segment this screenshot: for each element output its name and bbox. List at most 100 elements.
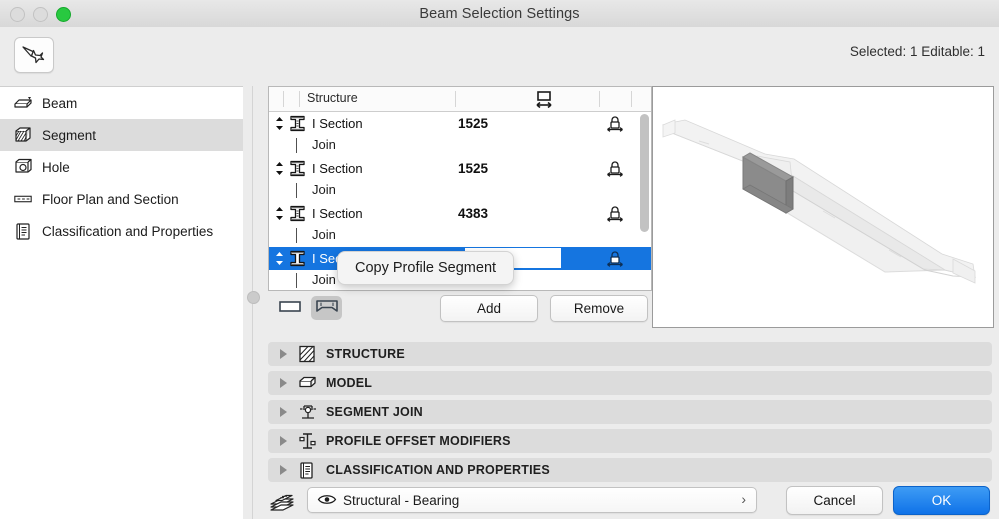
table-toolbar: Add Remove bbox=[268, 294, 650, 324]
rectangle-view-toggle[interactable] bbox=[274, 296, 305, 320]
accordion-section-model[interactable]: MODEL bbox=[268, 371, 992, 395]
reorder-handle-icon[interactable] bbox=[274, 207, 286, 223]
row-name: I Section bbox=[312, 161, 363, 176]
sidebar-item-beam[interactable]: Beam bbox=[0, 87, 243, 119]
arrow-star-icon bbox=[21, 43, 47, 67]
sidebar-item-label: Beam bbox=[42, 96, 77, 111]
chevron-right-icon[interactable] bbox=[280, 436, 287, 446]
chevron-right-icon[interactable] bbox=[280, 378, 287, 388]
accordion-label: SEGMENT JOIN bbox=[326, 405, 423, 419]
segment-icon bbox=[13, 125, 33, 145]
row-name: Join bbox=[312, 182, 336, 197]
context-menu-copy-profile-segment[interactable]: Copy Profile Segment bbox=[337, 251, 514, 285]
join-connector bbox=[296, 273, 297, 288]
row-name: Join bbox=[312, 272, 336, 287]
row-value[interactable]: 4383 bbox=[458, 206, 488, 221]
row-name: Join bbox=[312, 227, 336, 242]
sidebar-item-hole[interactable]: Hole bbox=[0, 151, 243, 183]
join-connector bbox=[296, 228, 297, 243]
chevron-right-icon[interactable]: › bbox=[741, 491, 746, 507]
column-header-structure[interactable]: Structure bbox=[307, 91, 358, 105]
beam-icon bbox=[13, 93, 33, 113]
i-section-icon bbox=[288, 160, 308, 178]
table-scrollbar-thumb[interactable] bbox=[640, 114, 649, 232]
sidebar-item-segment[interactable]: Segment bbox=[0, 119, 243, 151]
sidebar-item-label: Floor Plan and Section bbox=[42, 192, 179, 207]
table-row[interactable]: I Section 4383 bbox=[269, 202, 651, 225]
accordion-label: MODEL bbox=[326, 376, 372, 390]
width-dimension-icon[interactable] bbox=[534, 90, 554, 112]
remove-button[interactable]: Remove bbox=[550, 295, 648, 322]
row-name: I Section bbox=[312, 206, 363, 221]
profile-view-toggle[interactable] bbox=[311, 296, 342, 320]
row-name: I Section bbox=[312, 116, 363, 131]
ok-button[interactable]: OK bbox=[893, 486, 990, 515]
sidebar-item-classification-and-properties[interactable]: Classification and Properties bbox=[0, 215, 243, 247]
i-section-icon bbox=[288, 205, 308, 223]
dialog-footer: Structural - Bearing › Cancel OK bbox=[263, 484, 999, 519]
accordion-section-profile-offset-modifiers[interactable]: PROFILE OFFSET MODIFIERS bbox=[268, 429, 992, 453]
header-divider bbox=[299, 91, 300, 107]
classification-icon bbox=[298, 461, 317, 479]
accordion-label: STRUCTURE bbox=[326, 347, 405, 361]
join-connector bbox=[296, 183, 297, 198]
lock-icon[interactable] bbox=[606, 115, 624, 132]
row-name: Join bbox=[312, 137, 336, 152]
maximize-button[interactable] bbox=[56, 7, 71, 22]
accordion-section-segment-join[interactable]: SEGMENT JOIN bbox=[268, 400, 992, 424]
accordion-label: CLASSIFICATION AND PROPERTIES bbox=[326, 463, 550, 477]
rectangle-view-icon bbox=[278, 299, 302, 318]
table-row[interactable]: I Section 1525 bbox=[269, 157, 651, 180]
settings-accordion: STRUCTURE MODEL bbox=[268, 342, 992, 487]
join-connector bbox=[296, 138, 297, 153]
hole-icon bbox=[13, 157, 33, 177]
hatch-icon bbox=[298, 345, 317, 363]
chevron-right-icon[interactable] bbox=[280, 349, 287, 359]
reorder-handle-icon[interactable] bbox=[274, 252, 286, 268]
eye-icon[interactable] bbox=[317, 493, 337, 507]
floor-plan-icon bbox=[13, 189, 33, 209]
beam-selection-settings-window: Beam Selection Settings Selected: 1 Edit… bbox=[0, 0, 999, 519]
accordion-section-structure[interactable]: STRUCTURE bbox=[268, 342, 992, 366]
row-value[interactable]: 1525 bbox=[458, 161, 488, 176]
header-divider bbox=[283, 91, 284, 107]
window-titlebar: Beam Selection Settings bbox=[0, 0, 999, 28]
accordion-section-classification-and-properties[interactable]: CLASSIFICATION AND PROPERTIES bbox=[268, 458, 992, 482]
accordion-label: PROFILE OFFSET MODIFIERS bbox=[326, 434, 511, 448]
table-row-join[interactable]: Join bbox=[269, 180, 651, 202]
lock-icon[interactable] bbox=[606, 160, 624, 177]
profile-view-icon bbox=[315, 298, 339, 319]
table-scrollbar[interactable] bbox=[640, 114, 649, 286]
lock-icon[interactable] bbox=[606, 250, 624, 267]
beam-3d-preview[interactable] bbox=[652, 86, 994, 328]
i-section-icon bbox=[288, 250, 308, 268]
table-row-join[interactable]: Join bbox=[269, 225, 651, 247]
window-title: Beam Selection Settings bbox=[0, 6, 999, 22]
row-value[interactable]: 1525 bbox=[458, 116, 488, 131]
splitter-grip[interactable] bbox=[247, 291, 260, 304]
sidebar-item-floor-plan-and-section[interactable]: Floor Plan and Section bbox=[0, 183, 243, 215]
table-row-join[interactable]: Join bbox=[269, 135, 651, 157]
chevron-right-icon[interactable] bbox=[280, 465, 287, 475]
layers-icon[interactable] bbox=[268, 490, 296, 512]
minimize-button[interactable] bbox=[33, 7, 48, 22]
profile-offset-icon bbox=[298, 432, 317, 450]
sidebar-item-label: Classification and Properties bbox=[42, 224, 213, 239]
cancel-button[interactable]: Cancel bbox=[786, 486, 883, 515]
header-divider bbox=[455, 91, 456, 107]
lock-icon[interactable] bbox=[606, 205, 624, 222]
add-button-label: Add bbox=[477, 301, 501, 316]
reorder-handle-icon[interactable] bbox=[274, 117, 286, 133]
layer-selector[interactable]: Structural - Bearing › bbox=[307, 487, 757, 513]
segment-join-icon bbox=[298, 403, 317, 421]
chevron-right-icon[interactable] bbox=[280, 407, 287, 417]
reorder-handle-icon[interactable] bbox=[274, 162, 286, 178]
table-row[interactable]: I Section 1525 bbox=[269, 112, 651, 135]
add-button[interactable]: Add bbox=[440, 295, 538, 322]
settings-content: Structure bbox=[263, 86, 999, 519]
panel-splitter[interactable] bbox=[243, 86, 263, 519]
table-header: Structure bbox=[269, 87, 651, 112]
window-controls bbox=[10, 7, 71, 22]
close-button[interactable] bbox=[10, 7, 25, 22]
arrow-star-tool-button[interactable] bbox=[14, 37, 54, 73]
